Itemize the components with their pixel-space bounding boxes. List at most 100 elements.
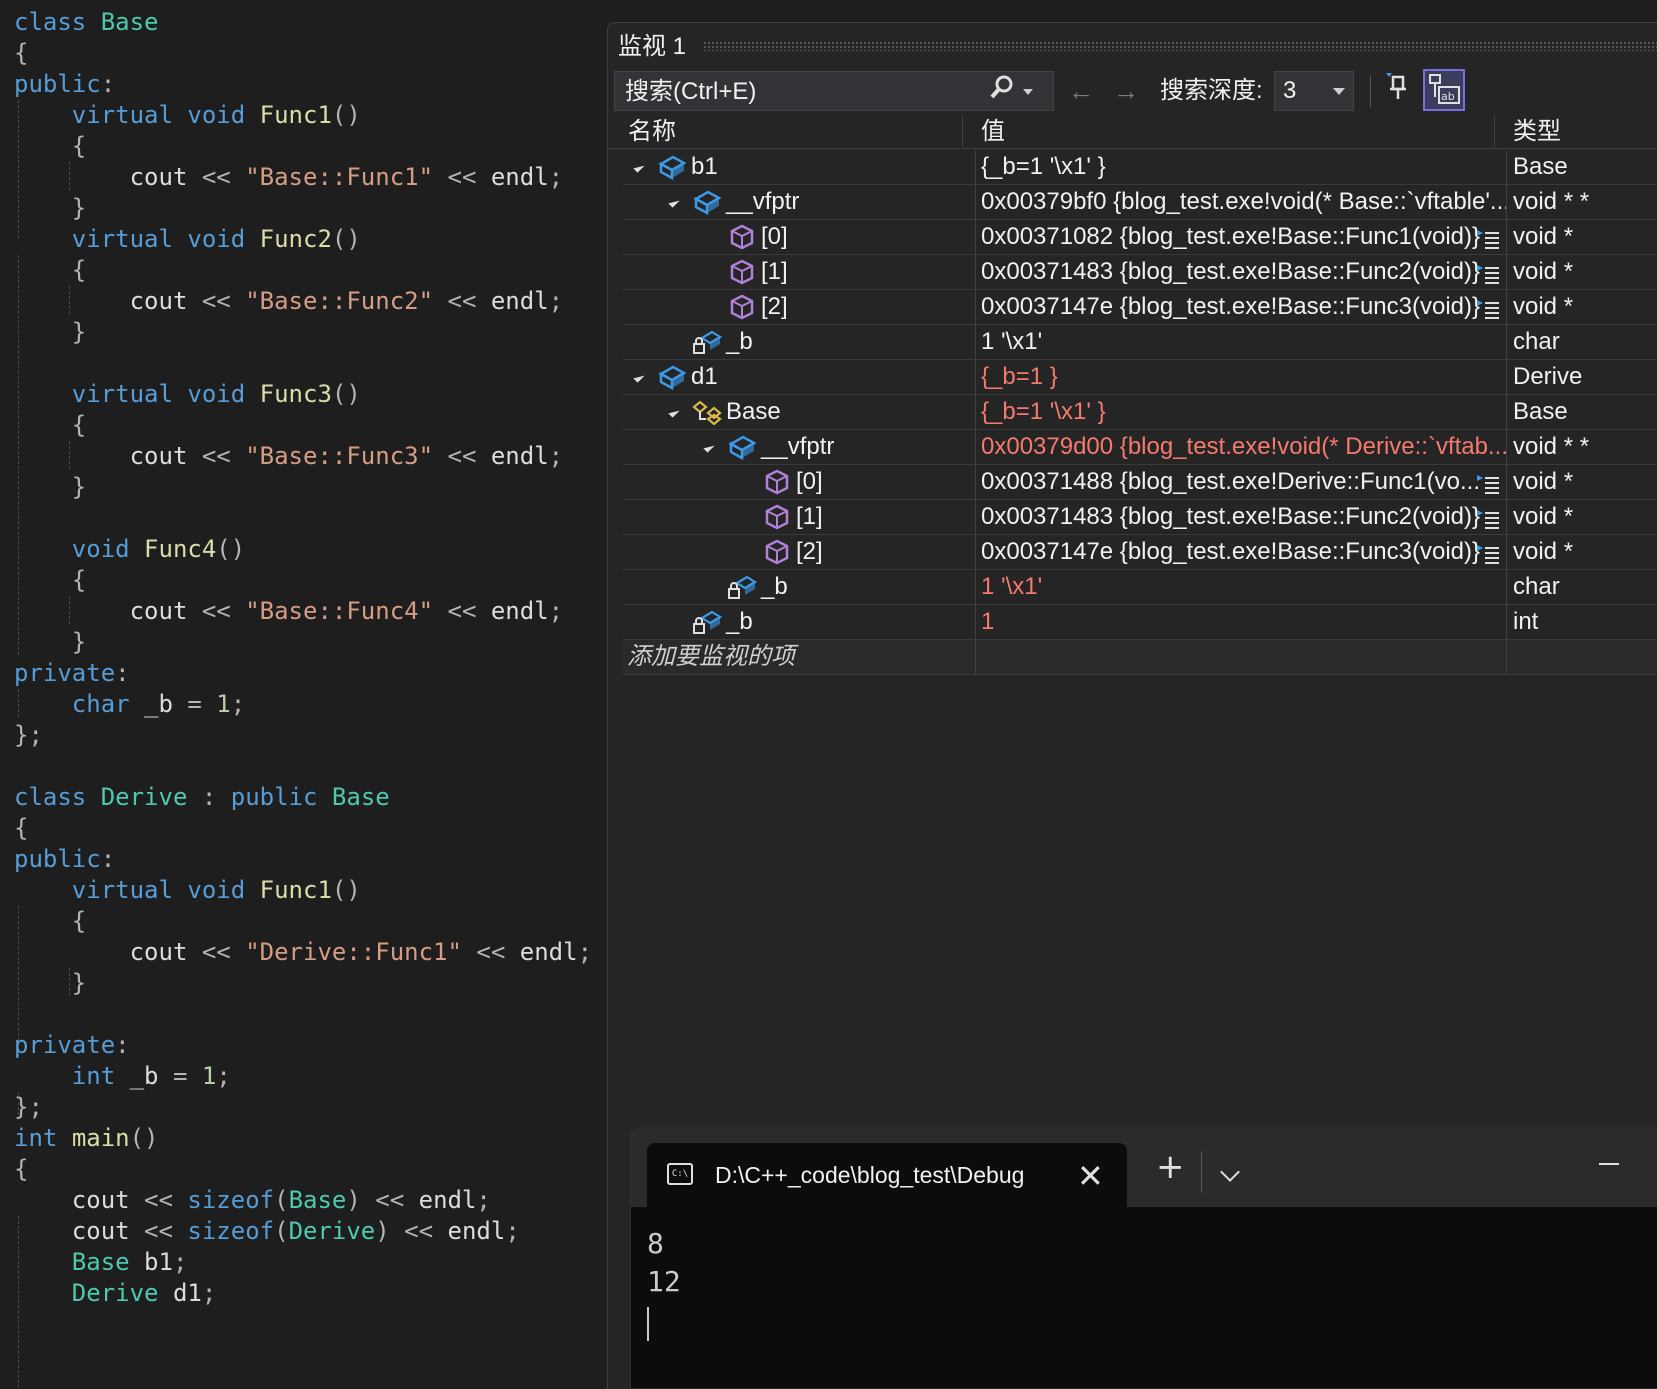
add-watch-item-cell[interactable]: 添加要监视的项 xyxy=(623,640,976,674)
watch-row[interactable]: d1 {_b=1 } Derive xyxy=(623,360,1657,395)
visualizer-icon[interactable] xyxy=(1477,261,1501,284)
search-depth-select[interactable]: 3 xyxy=(1274,71,1354,111)
code-token: void xyxy=(187,225,246,253)
code-line: int main() xyxy=(14,1122,159,1154)
watch-row[interactable]: [2] 0x0037147e {blog_test.exe!Base::Func3… xyxy=(623,290,1657,325)
watch-name-cell[interactable]: [1] xyxy=(623,255,976,289)
watch-row[interactable]: [1] 0x00371483 {blog_test.exe!Base::Func2… xyxy=(623,255,1657,290)
search-input[interactable] xyxy=(623,72,987,112)
watch-name-cell[interactable]: [2] xyxy=(623,290,976,324)
watch-value-cell[interactable]: {_b=1 '\x1' } xyxy=(977,150,1507,184)
visualizer-icon[interactable] xyxy=(1477,226,1501,249)
watch-name-cell[interactable]: Base xyxy=(623,395,976,429)
watch-name-cell[interactable]: _b xyxy=(623,605,976,639)
expand-triangle-icon[interactable] xyxy=(703,441,715,453)
code-token: _b xyxy=(115,1062,173,1090)
watch-row[interactable]: Base {_b=1 '\x1' } Base xyxy=(623,395,1657,430)
watch-row[interactable]: [2] 0x0037147e {blog_test.exe!Base::Func3… xyxy=(623,535,1657,570)
watch-name-cell[interactable]: b1 xyxy=(623,150,976,184)
watch-type-cell: void * xyxy=(1513,223,1574,250)
watch-row[interactable]: [0] 0x00371488 {blog_test.exe!Derive::Fun… xyxy=(623,465,1657,500)
code-token: void xyxy=(187,876,246,904)
code-editor[interactable]: class Base{public: virtual void Func1() … xyxy=(0,0,607,1388)
watch-type-cell: char xyxy=(1513,328,1560,355)
code-token: endl xyxy=(476,442,549,470)
watch-name-cell[interactable]: [1] xyxy=(623,500,976,534)
watch-name-cell[interactable]: __vfptr xyxy=(623,185,976,219)
code-token: virtual xyxy=(71,876,173,904)
visualizer-icon[interactable] xyxy=(1477,541,1501,564)
expand-triangle-icon[interactable] xyxy=(668,196,680,208)
watch-window-title[interactable]: 监视 1 xyxy=(618,29,686,65)
member-cube-icon xyxy=(762,539,792,565)
expand-triangle-icon[interactable] xyxy=(633,371,645,383)
column-header-value[interactable]: 值 xyxy=(962,115,1494,149)
hexadecimal-display-button[interactable]: ab xyxy=(1423,69,1465,111)
column-header-name[interactable]: 名称 xyxy=(608,115,960,149)
terminal-window[interactable]: C:\ D:\C++_code\blog_test\Debug ✕ + 8 12 xyxy=(630,1127,1657,1388)
watch-value-text: 1 '\x1' xyxy=(981,573,1043,600)
watch-value-cell[interactable]: 1 '\x1' xyxy=(977,325,1507,359)
visualizer-icon[interactable] xyxy=(1477,296,1501,319)
watch-value-cell[interactable]: 1 '\x1' xyxy=(977,570,1507,604)
watch-row[interactable]: [0] 0x00371082 {blog_test.exe!Base::Func1… xyxy=(623,220,1657,255)
expand-triangle-icon[interactable] xyxy=(668,406,680,418)
watch-row[interactable]: _b 1 int xyxy=(623,605,1657,640)
watch-row[interactable]: [1] 0x00371483 {blog_test.exe!Base::Func2… xyxy=(623,500,1657,535)
watch-value-cell[interactable]: 0x00379bf0 {blog_test.exe!void(* Base::`… xyxy=(977,185,1507,219)
chevron-down-icon[interactable] xyxy=(1220,1162,1240,1182)
watch-name-cell[interactable]: _b xyxy=(623,325,976,359)
watch-type-cell: void * xyxy=(1513,293,1574,320)
visualizer-icon[interactable] xyxy=(1477,506,1501,529)
visualizer-icon[interactable] xyxy=(1477,471,1501,494)
watch-row[interactable]: _b 1 '\x1' char xyxy=(623,325,1657,360)
expand-triangle-icon[interactable] xyxy=(633,161,645,173)
terminal-tab-title: D:\C++_code\blog_test\Debug xyxy=(715,1162,1025,1188)
code-token: : xyxy=(201,783,217,811)
code-token: Base xyxy=(100,8,159,36)
pin-icon[interactable] xyxy=(1380,71,1416,112)
watch-value-cell[interactable]: 0x00379d00 {blog_test.exe!void(* Derive:… xyxy=(977,430,1507,464)
watch-value-cell[interactable]: 0x00371488 {blog_test.exe!Derive::Func1(… xyxy=(977,465,1507,499)
watch-name-cell[interactable]: _b xyxy=(623,570,976,604)
search-options-chevron-icon[interactable] xyxy=(1023,89,1033,95)
code-line: virtual void Func1() xyxy=(14,874,361,906)
watch-value-cell[interactable]: 0x00371483 {blog_test.exe!Base::Func2(vo… xyxy=(977,500,1507,534)
search-box[interactable] xyxy=(614,71,1054,112)
search-icon[interactable] xyxy=(987,71,1017,111)
watch-value-cell[interactable]: {_b=1 '\x1' } xyxy=(977,395,1507,429)
watch-name-cell[interactable]: __vfptr xyxy=(623,430,976,464)
watch-value-cell[interactable]: 0x00371082 {blog_test.exe!Base::Func1(vo… xyxy=(977,220,1507,254)
code-token: }; xyxy=(14,1093,43,1121)
terminal-tab[interactable]: C:\ D:\C++_code\blog_test\Debug ✕ xyxy=(647,1143,1127,1207)
watch-name-cell[interactable]: [0] xyxy=(623,465,976,499)
watch-name-label: [2] xyxy=(761,293,788,320)
search-back-arrow-icon[interactable]: ← xyxy=(1063,71,1099,111)
code-token: Func1 xyxy=(259,876,332,904)
watch-row[interactable]: __vfptr 0x00379d00 {blog_test.exe!void(* … xyxy=(623,430,1657,465)
watch-value-cell[interactable]: 0x0037147e {blog_test.exe!Base::Func3(vo… xyxy=(977,535,1507,569)
watch-row[interactable]: __vfptr 0x00379bf0 {blog_test.exe!void(* … xyxy=(623,185,1657,220)
minimize-icon[interactable] xyxy=(1599,1163,1619,1165)
watch-value-cell[interactable]: 1 xyxy=(977,605,1507,639)
add-watch-item-row[interactable]: 添加要监视的项 xyxy=(623,640,1657,675)
watch-row[interactable]: b1 {_b=1 '\x1' } Base xyxy=(623,150,1657,185)
code-token: void xyxy=(71,535,130,563)
search-forward-arrow-icon[interactable]: → xyxy=(1108,71,1144,111)
watch-name-cell[interactable]: [0] xyxy=(623,220,976,254)
close-icon[interactable]: ✕ xyxy=(1077,1157,1104,1195)
code-line: }; xyxy=(14,1091,43,1123)
code-token: char xyxy=(71,690,130,718)
watch-row[interactable]: _b 1 '\x1' char xyxy=(623,570,1657,605)
watch-value-cell[interactable]: 0x0037147e {blog_test.exe!Base::Func3(vo… xyxy=(977,290,1507,324)
new-tab-plus-icon[interactable]: + xyxy=(1156,1147,1185,1187)
column-header-type[interactable]: 类型 xyxy=(1494,115,1657,149)
code-line: { xyxy=(14,130,86,162)
title-bar-grip[interactable] xyxy=(703,41,1657,51)
code-token: << xyxy=(144,1186,173,1214)
watch-value-cell[interactable]: {_b=1 } xyxy=(977,360,1507,394)
watch-value-cell[interactable]: 0x00371483 {blog_test.exe!Base::Func2(vo… xyxy=(977,255,1507,289)
watch-name-cell[interactable]: d1 xyxy=(623,360,976,394)
watch-name-cell[interactable]: [2] xyxy=(623,535,976,569)
